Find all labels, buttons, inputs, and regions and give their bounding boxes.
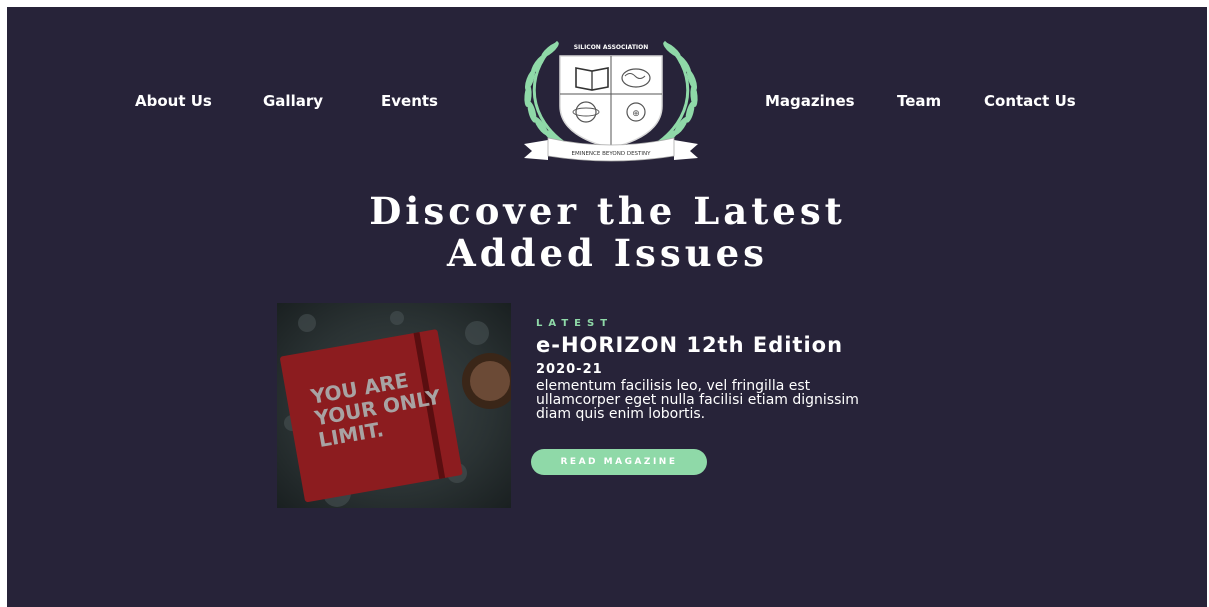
crest-top-text: SILICON ASSOCIATION xyxy=(574,44,649,51)
nav-about-link[interactable]: About Us xyxy=(135,92,212,110)
nav-gallery-link[interactable]: Gallary xyxy=(263,92,323,110)
nav-team-link[interactable]: Team xyxy=(897,92,941,110)
hero-line-1: Discover the Latest xyxy=(369,189,846,233)
magazine-cover-image[interactable]: YOU ARE YOUR ONLY LIMIT. xyxy=(277,303,511,508)
read-magazine-button[interactable]: READ MAGAZINE xyxy=(531,449,707,475)
nav-magazines-link[interactable]: Magazines xyxy=(765,92,855,110)
crest-ribbon-text: EMINENCE BEYOND DESTINY xyxy=(571,151,651,157)
hero-headline: Discover the Latest Added Issues xyxy=(300,190,915,274)
svg-text:⊕: ⊕ xyxy=(632,109,640,119)
issue-title: e-HORIZON 12th Edition xyxy=(536,333,844,357)
nav-events-link[interactable]: Events xyxy=(381,92,438,110)
issue-description: elementum facilisis leo, vel fringilla e… xyxy=(536,378,859,422)
issue-year: 2020-21 xyxy=(536,362,603,377)
crest-icon[interactable]: ⊕ SILICON ASSOCIATION EMINENCE BEYOND DE… xyxy=(508,32,714,167)
latest-tag: LATEST xyxy=(536,318,614,329)
issue-details: LATEST e-HORIZON 12th Edition 2020-21 el… xyxy=(536,318,916,421)
nav-contact-link[interactable]: Contact Us xyxy=(984,92,1076,110)
hero-line-2: Added Issues xyxy=(447,231,768,275)
